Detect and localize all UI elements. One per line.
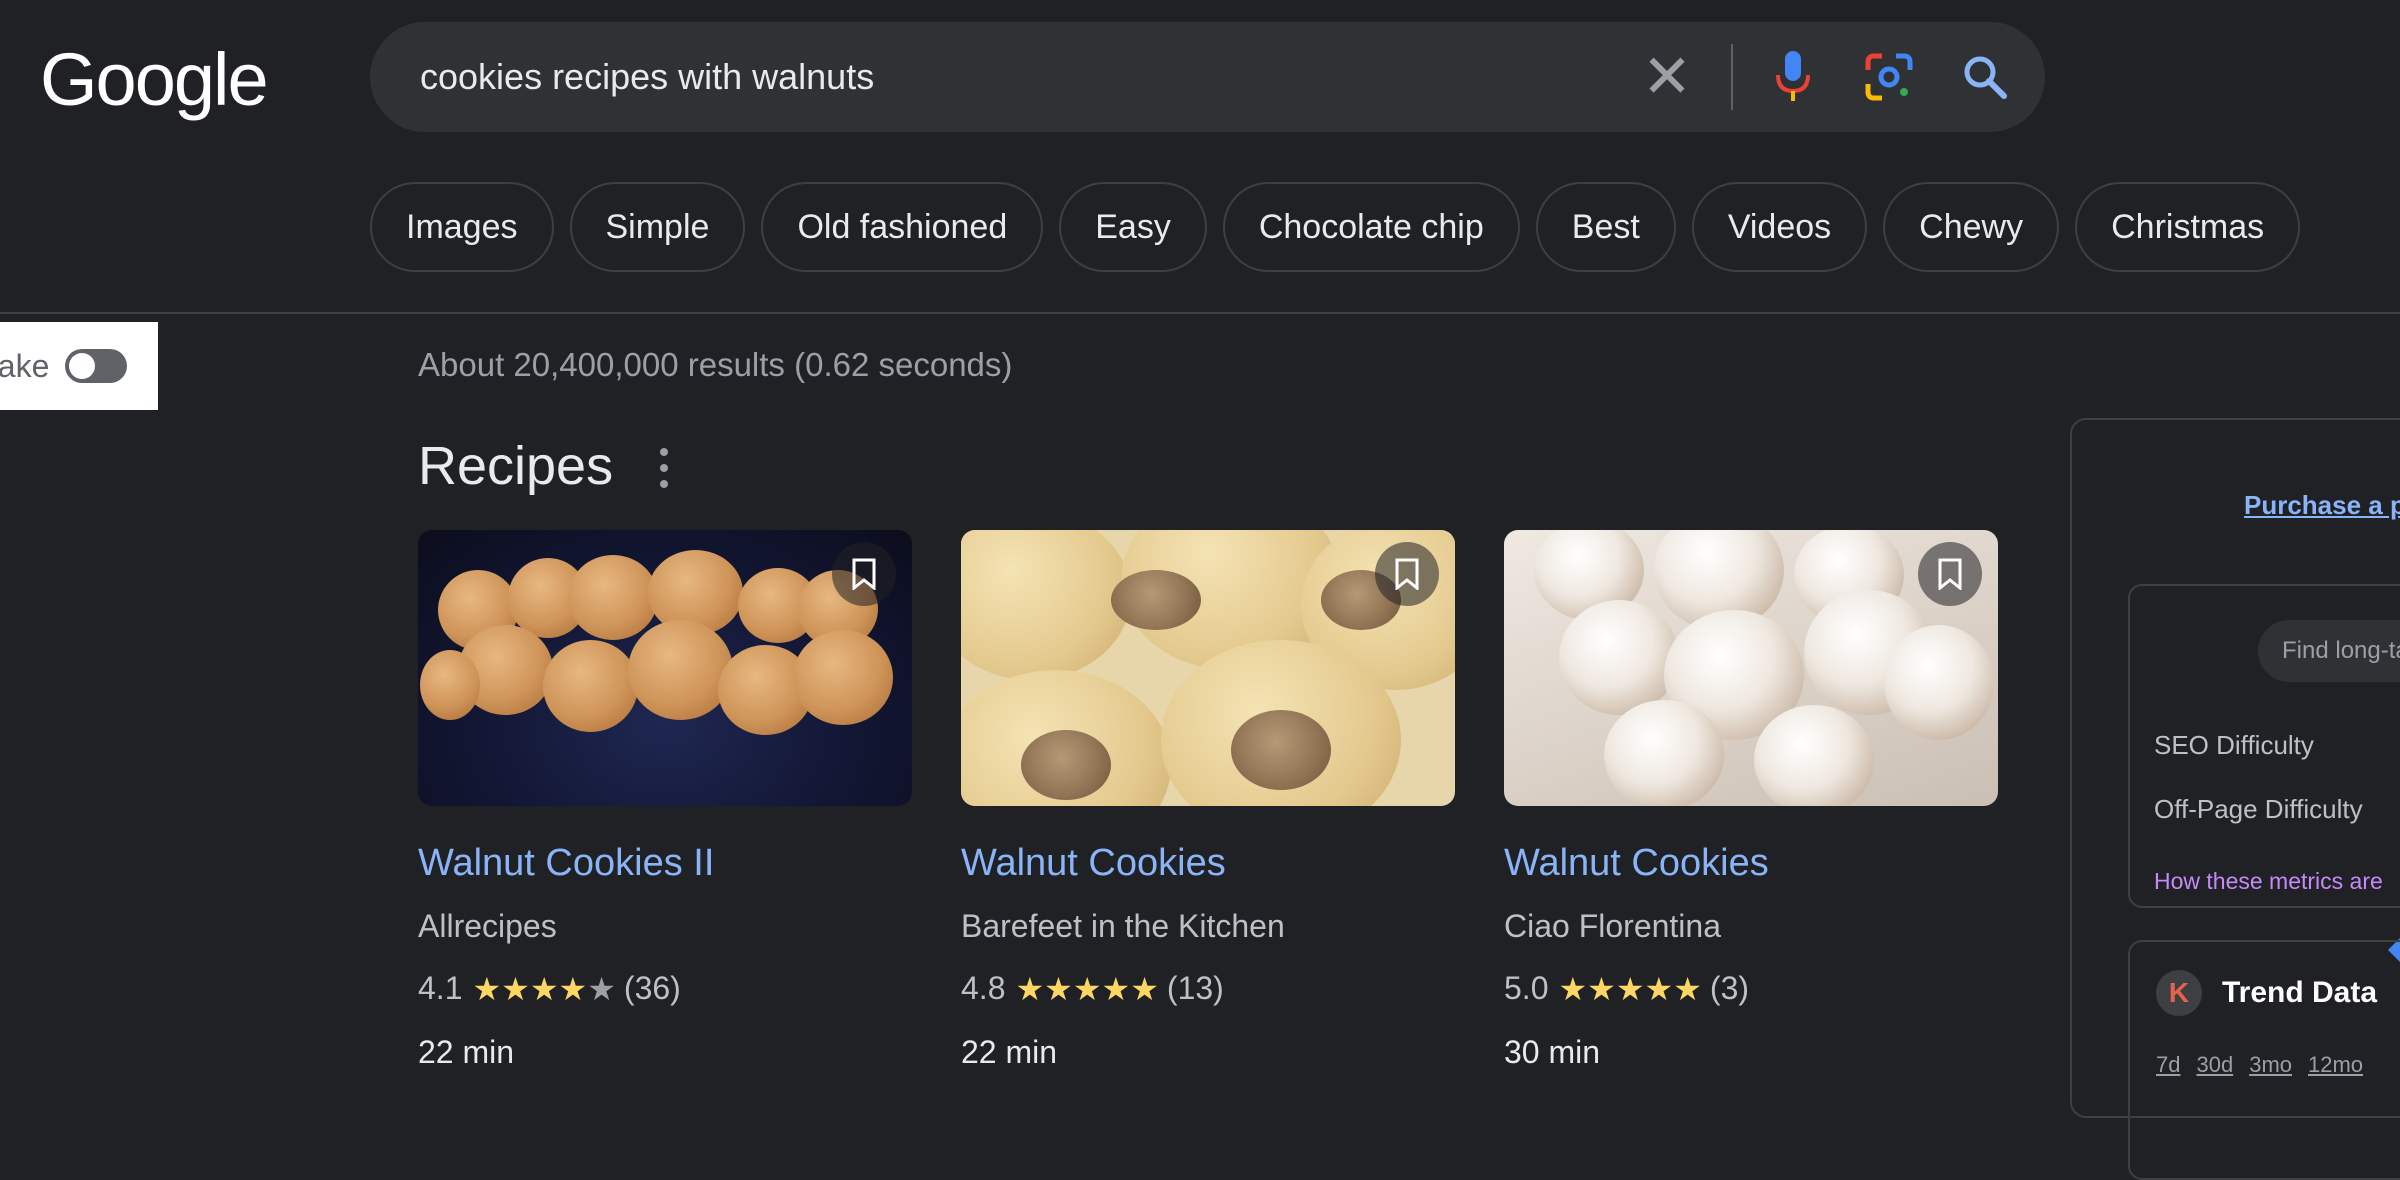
star-icon: ★: [501, 970, 530, 1007]
recipe-time: 30 min: [1504, 1034, 1601, 1070]
trend-tab-7d[interactable]: 7d: [2156, 1052, 2180, 1078]
trend-data-box: K Trend Data 7d 30d 3mo 12mo: [2128, 940, 2400, 1180]
recipe-image[interactable]: [961, 530, 1455, 806]
star-icon: ★: [1615, 970, 1645, 1007]
recipe-time: 22 min: [961, 1034, 1058, 1070]
rating-value: 4.1: [418, 970, 463, 1006]
chip-best[interactable]: Best: [1535, 182, 1676, 272]
recipe-image[interactable]: [418, 530, 912, 806]
star-rating: ★ ★ ★ ★ ★: [472, 973, 615, 1005]
toggle-switch[interactable]: [65, 349, 128, 383]
chip-chewy[interactable]: Chewy: [1883, 182, 2060, 272]
recipe-source: Allrecipes: [418, 908, 557, 944]
trend-data-title: Trend Data: [2222, 976, 2378, 1009]
rating-value: 4.8: [961, 970, 1006, 1006]
review-count: (36): [623, 970, 681, 1006]
recipe-time: 22 min: [418, 1034, 515, 1070]
review-count: (3): [1709, 970, 1750, 1006]
trend-tab-12mo[interactable]: 12mo: [2308, 1052, 2363, 1078]
long-tail-keyword-input[interactable]: Find long-ta: [2258, 620, 2400, 682]
star-icon: ★: [1587, 970, 1616, 1007]
star-rating: ★ ★ ★ ★ ★: [1015, 973, 1158, 1005]
metrics-info-link[interactable]: How these metrics are: [2154, 868, 2383, 895]
chip-images[interactable]: Images: [370, 182, 554, 272]
recipe-card[interactable]: Walnut Cookies II Allrecipes 4.1 ★ ★ ★ ★ ★ (…: [418, 530, 912, 1070]
recipe-title[interactable]: Walnut Cookies: [961, 842, 1226, 885]
recipe-source: Barefeet in the Kitchen: [961, 908, 1285, 944]
star-icon: ★: [1558, 970, 1588, 1007]
star-icon: ★: [1673, 970, 1702, 1007]
camera-lens-icon[interactable]: [1859, 47, 1919, 107]
recipe-source: Ciao Florentina: [1504, 908, 1721, 944]
star-icon: ★: [1101, 970, 1131, 1007]
star-icon: ★: [1072, 970, 1102, 1007]
recipe-image[interactable]: [1504, 530, 1998, 806]
bookmark-icon[interactable]: [832, 542, 896, 606]
bookmark-icon[interactable]: [1375, 542, 1439, 606]
search-box[interactable]: cookies recipes with walnuts ✕: [370, 22, 2045, 132]
purchase-link[interactable]: Purchase a p: [2244, 490, 2400, 521]
extension-toggle[interactable]: uake: [0, 322, 158, 410]
star-icon: ★: [1130, 970, 1159, 1007]
star-icon: ★: [1644, 970, 1674, 1007]
recipe-rating: 4.8 ★ ★ ★ ★ ★ (13): [961, 970, 1224, 1007]
chip-easy[interactable]: Easy: [1059, 182, 1207, 272]
trend-range-tabs: 7d 30d 3mo 12mo: [2156, 1052, 2363, 1078]
close-icon[interactable]: ✕: [1637, 47, 1697, 107]
bookmark-icon[interactable]: [1918, 542, 1982, 606]
keyword-metrics-box: Find long-ta SEO Difficulty Off-Page Dif…: [2128, 584, 2400, 908]
more-options-icon[interactable]: [652, 448, 676, 488]
seo-difficulty-label: SEO Difficulty: [2154, 730, 2314, 760]
search-divider: [1731, 44, 1733, 110]
keyword-extension-panel: Purchase a p Find long-ta SEO Difficulty…: [2070, 418, 2400, 1180]
recipe-card[interactable]: Walnut Cookies Barefeet in the Kitchen 4…: [961, 530, 1455, 1070]
recipe-title[interactable]: Walnut Cookies: [1504, 842, 1769, 885]
mic-icon[interactable]: [1763, 47, 1823, 107]
chip-chocolate-chip[interactable]: Chocolate chip: [1222, 182, 1520, 272]
star-icon: ★: [529, 970, 559, 1007]
recipe-card[interactable]: Walnut Cookies Ciao Florentina 5.0 ★ ★ ★ ★ ★…: [1504, 530, 1998, 1070]
recipe-rating: 4.1 ★ ★ ★ ★ ★ (36): [418, 970, 681, 1007]
results-count: About 20,400,000 results (0.62 seconds): [418, 346, 1013, 383]
trend-tab-30d[interactable]: 30d: [2196, 1052, 2233, 1078]
filter-chips: Images Simple Old fashioned Easy Chocola…: [370, 182, 2301, 272]
trend-tab-3mo[interactable]: 3mo: [2249, 1052, 2292, 1078]
chip-videos[interactable]: Videos: [1691, 182, 1868, 272]
recipes-heading: Recipes: [418, 436, 614, 496]
recipe-rating: 5.0 ★ ★ ★ ★ ★ (3): [1504, 970, 1749, 1007]
chip-christmas[interactable]: Christmas: [2075, 182, 2301, 272]
recipe-title[interactable]: Walnut Cookies II: [418, 842, 714, 885]
star-icon: ★: [1015, 970, 1045, 1007]
offpage-difficulty-label: Off-Page Difficulty: [2154, 794, 2363, 824]
chip-simple[interactable]: Simple: [569, 182, 746, 272]
star-icon: ★: [472, 970, 502, 1007]
review-count: (13): [1166, 970, 1224, 1006]
rating-value: 5.0: [1504, 970, 1549, 1006]
google-logo[interactable]: Google: [40, 40, 269, 120]
header-divider: [0, 312, 2400, 314]
keywords-everywhere-icon: K: [2156, 970, 2202, 1016]
star-icon: ★: [1044, 970, 1073, 1007]
extension-toggle-label: uake: [0, 347, 50, 384]
star-rating: ★ ★ ★ ★ ★: [1558, 973, 1701, 1005]
search-input[interactable]: cookies recipes with walnuts: [420, 56, 874, 98]
star-icon: ★: [587, 970, 616, 1007]
chip-old-fashioned[interactable]: Old fashioned: [761, 182, 1044, 272]
search-icon[interactable]: [1955, 47, 2015, 107]
star-icon: ★: [558, 970, 588, 1007]
